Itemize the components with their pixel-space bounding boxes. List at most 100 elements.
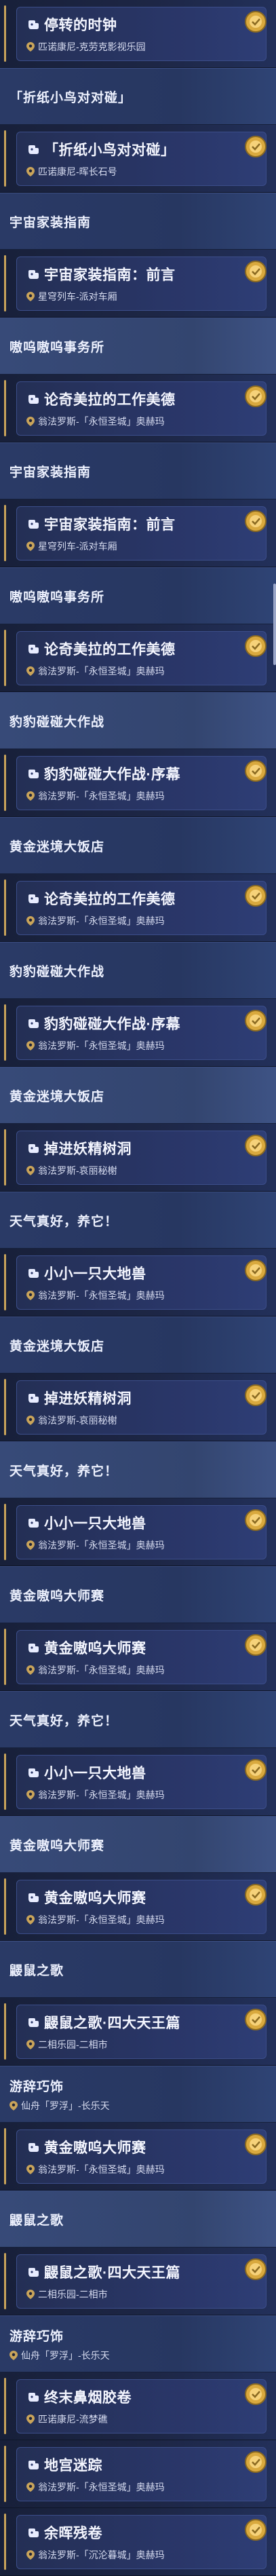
quest-card-body[interactable]: 小小一只大地兽 翁法罗斯-「永恒圣城」奥赫玛 [16, 1754, 267, 1809]
quest-card[interactable]: 宇宙家装指南：前言 星穹列车-派对车厢 [0, 499, 276, 567]
quest-card-body[interactable]: 小小一只大地兽 翁法罗斯-「永恒圣城」奥赫玛 [16, 1255, 267, 1310]
quest-card[interactable]: 论奇美拉的工作美德 翁法罗斯-「永恒圣城」奥赫玛 [0, 375, 276, 442]
quest-title: 终末鼻烟胶卷 [44, 2389, 132, 2406]
quest-card-body[interactable]: 豹豹碰碰大作战·序幕 翁法罗斯-「永恒圣城」奥赫玛 [16, 755, 267, 810]
section-header[interactable]: 天气真好，养它！ [0, 1691, 276, 1748]
quest-card[interactable]: 小小一只大地兽 翁法罗斯-「永恒圣城」奥赫玛 [0, 1498, 276, 1566]
location-pin-icon [26, 2039, 35, 2049]
quest-title: 鼹鼠之歌·四大天王篇 [44, 2265, 180, 2281]
quest-location-row: 翁法罗斯-「永恒圣城」奥赫玛 [26, 2163, 266, 2176]
quest-location-row: 翁法罗斯-「永恒圣城」奥赫玛 [26, 1913, 266, 1927]
gold-coin-badge-icon [244, 1259, 267, 1282]
location-pin-icon [9, 2100, 18, 2110]
quest-title-row: 终末鼻烟胶卷 [26, 2387, 266, 2407]
quest-card-body[interactable]: 停转的时钟 匹诺康尼-克劳克影视乐园 [16, 6, 267, 61]
quest-hand-icon [26, 2390, 40, 2404]
quest-card[interactable]: 豹豹碰碰大作战·序幕 翁法罗斯-「永恒圣城」奥赫玛 [0, 999, 276, 1067]
quest-card[interactable]: 黄金嗷呜大师赛 翁法罗斯-「永恒圣城」奥赫玛 [0, 1873, 276, 1941]
quest-card[interactable]: 小小一只大地兽 翁法罗斯-「永恒圣城」奥赫玛 [0, 1249, 276, 1317]
quest-card-body[interactable]: 鼹鼠之歌·四大天王篇二相乐园-二相市 [16, 2004, 267, 2059]
quest-title-row: 鼹鼠之歌·四大天王篇 [26, 2262, 266, 2282]
quest-hand-icon [26, 642, 40, 656]
quest-card-body[interactable]: 余晖残卷 翁法罗斯-「沉沦暮城」奥赫玛 [16, 2514, 267, 2569]
section-header[interactable]: 嗷呜嗷呜事务所 [0, 567, 276, 624]
quest-card[interactable]: 「折纸小鸟对对碰」 匹诺康尼-晖长石号 [0, 125, 276, 193]
quest-card-body[interactable]: 终末鼻烟胶卷 匹诺康尼-流梦礁 [16, 2379, 267, 2433]
quest-card-body[interactable]: 论奇美拉的工作美德 翁法罗斯-「永恒圣城」奥赫玛 [16, 381, 267, 436]
gold-coin-badge-icon [244, 135, 267, 158]
section-header[interactable]: 豹豹碰碰大作战 [0, 692, 276, 749]
quest-card-body[interactable]: 地宫迷踪 翁法罗斯-「永恒圣城」奥赫玛 [16, 2446, 267, 2501]
quest-card-body[interactable]: 宇宙家装指南：前言 星穹列车-派对车厢 [16, 256, 267, 311]
quest-card-body[interactable]: 论奇美拉的工作美德 翁法罗斯-「永恒圣城」奥赫玛 [16, 630, 267, 685]
quest-card[interactable]: 黄金嗷呜大师赛 翁法罗斯-「永恒圣城」奥赫玛 [0, 1623, 276, 1691]
section-header[interactable]: 黄金嗷呜大师赛 [0, 1816, 276, 1873]
section-header[interactable]: 宇宙家装指南 [0, 193, 276, 250]
gold-coin-badge-icon [244, 1009, 267, 1032]
quest-location: 二相乐园-二相市 [38, 2039, 108, 2050]
gold-coin-badge-icon [244, 260, 267, 283]
quest-card[interactable]: 黄金嗷呜大师赛翁法罗斯-「永恒圣城」奥赫玛 [0, 2123, 276, 2191]
quest-hand-icon [26, 392, 40, 406]
quest-card-body[interactable]: 黄金嗷呜大师赛翁法罗斯-「永恒圣城」奥赫玛 [16, 2129, 267, 2184]
scrollbar-thumb[interactable] [273, 584, 276, 665]
quest-title: 宇宙家装指南：前言 [44, 516, 176, 533]
quest-card-body[interactable]: 掉进妖精树洞 翁法罗斯-哀丽秘榭 [16, 1130, 267, 1185]
section-header[interactable]: 嗷呜嗷呜事务所 [0, 318, 276, 375]
section-header[interactable]: 游辞巧饰 仙舟「罗浮」-长乐天 [0, 2066, 276, 2123]
section-header[interactable]: 豹豹碰碰大作战 [0, 942, 276, 999]
quest-card[interactable]: 停转的时钟 匹诺康尼-克劳克影视乐园 [0, 0, 276, 68]
quest-card-body[interactable]: 黄金嗷呜大师赛 翁法罗斯-「永恒圣城」奥赫玛 [16, 1879, 267, 1934]
quest-location: 翁法罗斯-「永恒圣城」奥赫玛 [38, 1914, 165, 1925]
quest-card[interactable]: 地宫迷踪 翁法罗斯-「永恒圣城」奥赫玛 [0, 2440, 276, 2508]
quest-card[interactable]: 宇宙家装指南：前言 星穹列车-派对车厢 [0, 250, 276, 318]
quest-title: 黄金嗷呜大师赛 [44, 2140, 146, 2156]
section-header[interactable]: 黄金嗷呜大师赛 [0, 1566, 276, 1623]
location-pin-icon [26, 2414, 35, 2424]
quest-card-body[interactable]: 鼹鼠之歌·四大天王篇 二相乐园-二相市 [16, 2254, 267, 2309]
quest-card-body[interactable]: 论奇美拉的工作美德 翁法罗斯-「永恒圣城」奥赫玛 [16, 880, 267, 935]
gold-coin-badge-icon [244, 2518, 267, 2541]
quest-card[interactable]: 豹豹碰碰大作战·序幕 翁法罗斯-「永恒圣城」奥赫玛 [0, 749, 276, 817]
quest-card[interactable]: 余晖残卷 翁法罗斯-「沉沦暮城」奥赫玛 [0, 2508, 276, 2576]
gold-coin-badge-icon [244, 759, 267, 782]
quest-card-body[interactable]: 掉进妖精树洞 翁法罗斯-哀丽秘榭 [16, 1380, 267, 1435]
quest-card[interactable]: 终末鼻烟胶卷 匹诺康尼-流梦礁 [0, 2372, 276, 2440]
quest-card-body[interactable]: 宇宙家装指南：前言 星穹列车-派对车厢 [16, 506, 267, 561]
quest-title-row: 停转的时钟 [26, 14, 266, 35]
section-title: 游辞巧饰 [9, 2329, 64, 2344]
quest-card-body[interactable]: 豹豹碰碰大作战·序幕 翁法罗斯-「永恒圣城」奥赫玛 [16, 1005, 267, 1060]
section-header[interactable]: 游辞巧饰 仙舟「罗浮」-长乐天 [0, 2315, 276, 2372]
quest-card-body[interactable]: 「折纸小鸟对对碰」 匹诺康尼-晖长石号 [16, 131, 267, 186]
section-title: 黄金迷境大饭店 [9, 839, 105, 854]
section-header[interactable]: 鼹鼠之歌 [0, 2191, 276, 2248]
quest-card[interactable]: 掉进妖精树洞 翁法罗斯-哀丽秘榭 [0, 1124, 276, 1192]
section-header[interactable]: 鼹鼠之歌 [0, 1941, 276, 1998]
quest-card-body[interactable]: 小小一只大地兽 翁法罗斯-「永恒圣城」奥赫玛 [16, 1504, 267, 1559]
gold-coin-badge-icon [244, 2383, 267, 2406]
quest-title: 鼹鼠之歌·四大天王篇 [44, 2015, 180, 2031]
quest-card[interactable]: 鼹鼠之歌·四大天王篇二相乐园-二相市 [0, 1998, 276, 2066]
quest-card[interactable]: 小小一只大地兽 翁法罗斯-「永恒圣城」奥赫玛 [0, 1748, 276, 1816]
quest-location-row: 翁法罗斯-「永恒圣城」奥赫玛 [26, 415, 266, 428]
section-header[interactable]: 黄金迷境大饭店 [0, 1317, 276, 1374]
location-pin-icon [26, 1165, 35, 1175]
section-header[interactable]: 黄金迷境大饭店 [0, 1067, 276, 1124]
quest-title-row: 论奇美拉的工作美德 [26, 639, 266, 659]
quest-card-body[interactable]: 黄金嗷呜大师赛 翁法罗斯-「永恒圣城」奥赫玛 [16, 1629, 267, 1684]
section-header[interactable]: 天气真好，养它！ [0, 1192, 276, 1249]
quest-location: 翁法罗斯-「永恒圣城」奥赫玛 [38, 1040, 165, 1051]
quest-card[interactable]: 论奇美拉的工作美德 翁法罗斯-「永恒圣城」奥赫玛 [0, 874, 276, 942]
quest-title-row: 小小一只大地兽 [26, 1263, 266, 1283]
quest-hand-icon [26, 1891, 40, 1904]
quest-card[interactable]: 掉进妖精树洞 翁法罗斯-哀丽秘榭 [0, 1374, 276, 1441]
section-header[interactable]: 宇宙家装指南 [0, 442, 276, 499]
section-title: 游辞巧饰 [9, 2079, 64, 2094]
section-header[interactable]: 天气真好，养它！ [0, 1441, 276, 1498]
gold-coin-badge-icon [244, 1758, 267, 1781]
section-header[interactable]: 「折纸小鸟对对碰」 [0, 68, 276, 125]
section-header[interactable]: 黄金迷境大饭店 [0, 817, 276, 874]
quest-card[interactable]: 鼹鼠之歌·四大天王篇 二相乐园-二相市 [0, 2248, 276, 2315]
quest-card[interactable]: 论奇美拉的工作美德 翁法罗斯-「永恒圣城」奥赫玛 [0, 624, 276, 692]
quest-title-row: 余晖残卷 [26, 2522, 266, 2543]
